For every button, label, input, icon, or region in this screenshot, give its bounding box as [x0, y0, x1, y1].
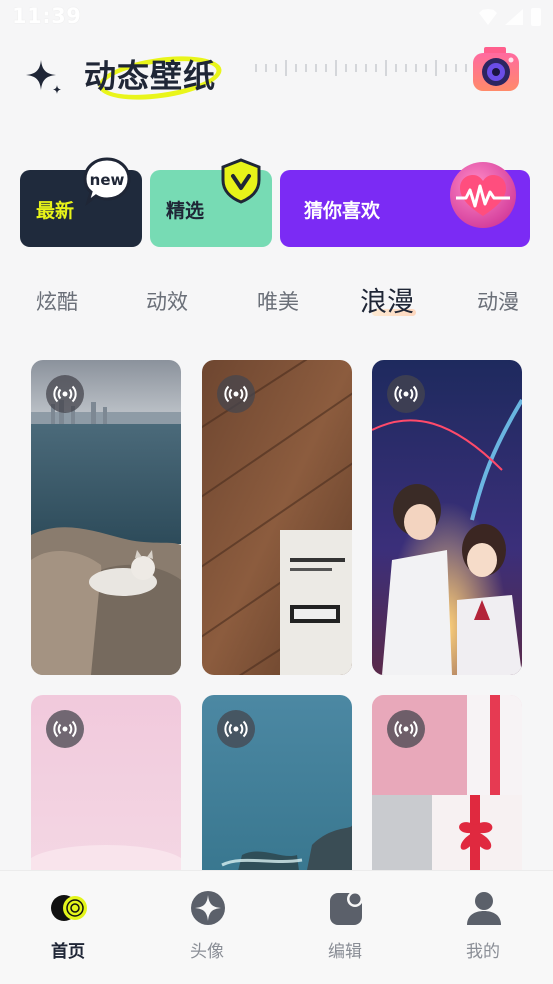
profile-icon [467, 892, 501, 925]
nav-item-profile[interactable]: 我的 [438, 889, 528, 969]
app-header: 动态壁纸 [0, 38, 553, 118]
tab-romantic[interactable]: 浪漫 [360, 280, 414, 319]
v-shield-icon [221, 158, 261, 204]
nav-label-profile: 我的 [466, 942, 500, 962]
tab-cool[interactable]: 炫酷 [36, 286, 78, 316]
wallpaper-card-cat-seaside[interactable] [31, 360, 181, 675]
live-wallpaper-icon [46, 710, 84, 748]
status-bar: 11:39 [0, 0, 553, 36]
new-badge-icon: new [83, 157, 131, 206]
home-icon [51, 895, 87, 921]
nav-item-home[interactable]: 首页 [23, 889, 113, 969]
title-wrap: 动态壁纸 [84, 49, 225, 107]
category-row: 最新 new 精选 猜你喜欢 [20, 157, 530, 248]
category-guess-card[interactable]: 猜你喜欢 [280, 162, 530, 247]
category-featured-card[interactable]: 精选 [150, 158, 272, 247]
wallpaper-card-anime-couple[interactable] [372, 360, 522, 675]
tab-anime[interactable]: 动漫 [477, 286, 519, 316]
category-latest-card[interactable]: 最新 new [20, 157, 142, 247]
new-badge-text: new [90, 171, 125, 189]
heart-wave-icon [450, 162, 516, 228]
sparkle-icon [26, 60, 61, 94]
nav-label-edit: 编辑 [328, 942, 362, 962]
nav-label-home: 首页 [51, 942, 85, 962]
avatar-compass-icon [191, 891, 225, 925]
edit-icon [330, 891, 363, 925]
nav-label-avatar: 头像 [190, 942, 224, 962]
ruler-decoration [255, 60, 467, 76]
live-wallpaper-icon [46, 375, 84, 413]
status-time: 11:39 [12, 4, 82, 28]
live-wallpaper-icon [217, 375, 255, 413]
category-latest-label: 最新 [36, 200, 75, 222]
nav-item-edit[interactable]: 编辑 [300, 889, 390, 969]
status-icons [479, 8, 541, 26]
wallpaper-card-wood-package[interactable] [202, 360, 352, 675]
page-title: 动态壁纸 [84, 57, 217, 95]
category-guess-label: 猜你喜欢 [304, 200, 381, 222]
category-featured-label: 精选 [166, 200, 205, 222]
camera-icon[interactable] [470, 44, 522, 96]
live-wallpaper-icon [387, 375, 425, 413]
signal-icon [505, 9, 523, 25]
wifi-icon [479, 9, 497, 25]
battery-icon [531, 8, 541, 26]
live-wallpaper-icon [387, 710, 425, 748]
wallpaper-grid [31, 360, 523, 984]
tab-beautiful[interactable]: 唯美 [257, 286, 299, 316]
nav-item-avatar[interactable]: 头像 [162, 889, 252, 969]
bottom-nav: 首页 头像 编辑 我的 [0, 870, 553, 984]
live-wallpaper-icon [217, 710, 255, 748]
category-tabs: 炫酷 动效 唯美 浪漫 动漫 [0, 280, 553, 322]
tab-dynamic[interactable]: 动效 [146, 286, 188, 316]
